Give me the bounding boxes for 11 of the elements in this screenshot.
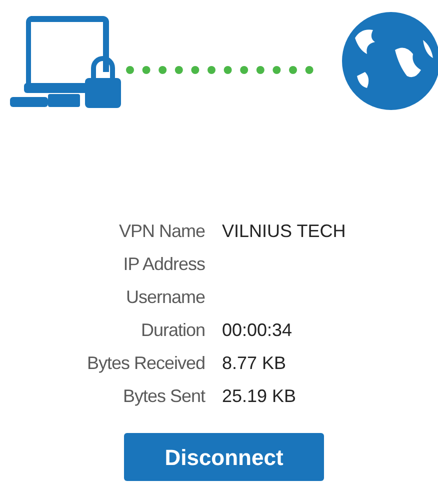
detail-label: Bytes Received	[86, 352, 205, 375]
detail-value: 8.77 KB	[222, 352, 288, 375]
detail-value: 25.19 KB	[222, 385, 298, 408]
detail-value: 00:00:34	[222, 319, 294, 342]
detail-label: VPN Name	[118, 220, 205, 243]
disconnect-button[interactable]: Disconnect	[124, 433, 324, 481]
detail-label: IP Address	[122, 253, 205, 276]
detail-value: VILNIUS TECH	[222, 220, 347, 243]
detail-label: Bytes Sent	[122, 385, 205, 408]
detail-label: Username	[124, 286, 205, 309]
detail-label: Duration	[140, 319, 205, 342]
